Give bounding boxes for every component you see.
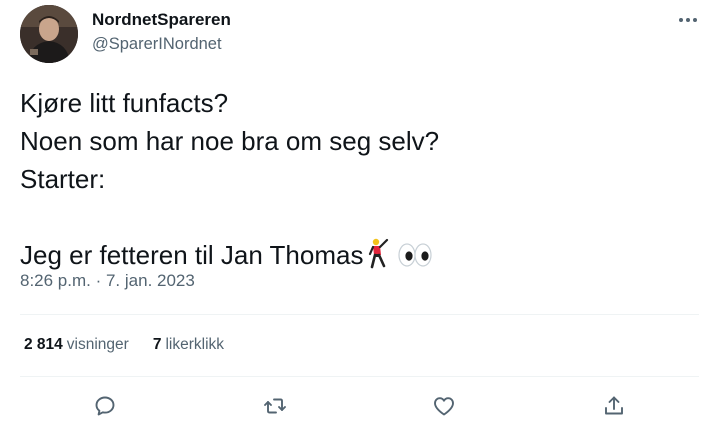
author-handle[interactable]: @SparerINordnet — [92, 35, 222, 54]
views-label: visninger — [66, 336, 129, 353]
likes-stat[interactable]: 7 likerklikk — [153, 336, 224, 354]
tweet-text: Kjøre litt funfacts? Noen som har noe br… — [20, 84, 700, 274]
likes-count: 7 — [152, 336, 162, 353]
share-button[interactable] — [598, 390, 630, 422]
avatar[interactable] — [20, 5, 78, 63]
more-icon — [679, 18, 697, 22]
tweet-stats: 2 814 visninger 7 likerklikk — [24, 336, 224, 354]
views-stat[interactable]: 2 814 visninger — [24, 336, 129, 354]
share-icon — [605, 396, 623, 415]
like-icon — [434, 397, 454, 416]
tweet-line: Jeg er fetteren til Jan Thomas — [20, 240, 364, 270]
reply-icon — [95, 396, 115, 416]
views-count: 2 814 — [24, 336, 63, 353]
reply-button[interactable] — [89, 390, 121, 422]
like-button[interactable] — [428, 390, 460, 422]
tweet-line: Kjøre litt funfacts? — [20, 88, 229, 118]
divider — [20, 314, 699, 315]
tweet-line — [20, 198, 700, 236]
retweet-icon — [264, 398, 286, 414]
more-options-button[interactable] — [672, 8, 704, 32]
avatar-image — [20, 5, 78, 63]
man-dancing-icon — [367, 237, 393, 279]
tweet-timestamp[interactable]: 8:26 p.m. · 7. jan. 2023 — [20, 271, 195, 291]
tweet-line-with-emoji: Jeg er fetteren til Jan Thomas — [20, 236, 700, 274]
tweet-line: Noen som har noe bra om seg selv? — [20, 126, 440, 156]
retweet-button[interactable] — [259, 390, 291, 422]
divider — [20, 376, 699, 377]
eyes-icon — [397, 241, 433, 279]
author-display-name[interactable]: NordnetSpareren — [92, 10, 231, 30]
tweet-line: Starter: — [20, 164, 106, 194]
likes-label: likerklikk — [165, 336, 225, 353]
